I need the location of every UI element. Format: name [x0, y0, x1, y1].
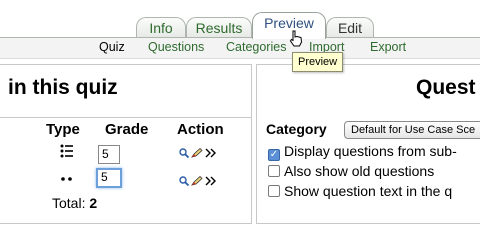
- right-panel-title: Quest: [416, 76, 476, 99]
- tab-edit[interactable]: Edit: [326, 17, 374, 38]
- row-actions: [179, 175, 219, 189]
- preview-magnifier-icon[interactable]: [179, 147, 190, 161]
- option-label: Also show old questions: [284, 163, 435, 179]
- tab-info[interactable]: Info: [136, 17, 186, 38]
- checkbox-question-text[interactable]: [268, 185, 280, 197]
- option-label: Display questions from sub-: [284, 143, 457, 159]
- hand-cursor-icon: [289, 30, 303, 47]
- option-old-questions[interactable]: Also show old questions: [268, 163, 434, 179]
- subtab-bar: Quiz Questions Categories Import Export: [0, 38, 480, 59]
- edit-pencil-icon[interactable]: [191, 175, 203, 189]
- checkbox-old-questions[interactable]: [268, 165, 280, 177]
- grade-total: Total: 2: [52, 195, 97, 211]
- multichoice-icon: [60, 144, 74, 160]
- edit-pencil-icon[interactable]: [191, 147, 203, 161]
- preview-magnifier-icon[interactable]: [179, 175, 190, 189]
- left-panel-title: in this quiz: [8, 76, 118, 99]
- subtab-questions[interactable]: Questions: [148, 40, 204, 54]
- tab-results[interactable]: Results: [186, 17, 252, 38]
- row-actions: [179, 147, 219, 161]
- col-action-header: Action: [177, 121, 224, 138]
- tab-bar: Info Results Preview Edit: [0, 0, 480, 39]
- col-type-header: Type: [46, 121, 80, 138]
- subtab-categories[interactable]: Categories: [226, 40, 286, 54]
- subtab-quiz[interactable]: Quiz: [99, 40, 125, 54]
- grade-input[interactable]: 5: [96, 168, 122, 188]
- preview-tooltip: Preview: [292, 52, 344, 72]
- option-question-text[interactable]: Show question text in the q: [268, 183, 452, 199]
- category-select[interactable]: Default for Use Case Sce: [344, 121, 480, 139]
- col-grade-header: Grade: [105, 121, 149, 138]
- matching-icon: [60, 172, 74, 185]
- grade-input[interactable]: 5: [98, 145, 120, 164]
- checkbox-subcategories[interactable]: ✓: [268, 149, 280, 161]
- move-right-icon[interactable]: [205, 147, 217, 161]
- move-right-icon[interactable]: [205, 175, 217, 189]
- total-value: 2: [89, 195, 98, 211]
- total-label: Total:: [52, 195, 86, 211]
- subtab-export[interactable]: Export: [370, 40, 406, 54]
- category-label: Category: [266, 121, 327, 137]
- option-label: Show question text in the q: [284, 183, 453, 199]
- option-subcategories[interactable]: ✓ Display questions from sub-: [268, 143, 457, 161]
